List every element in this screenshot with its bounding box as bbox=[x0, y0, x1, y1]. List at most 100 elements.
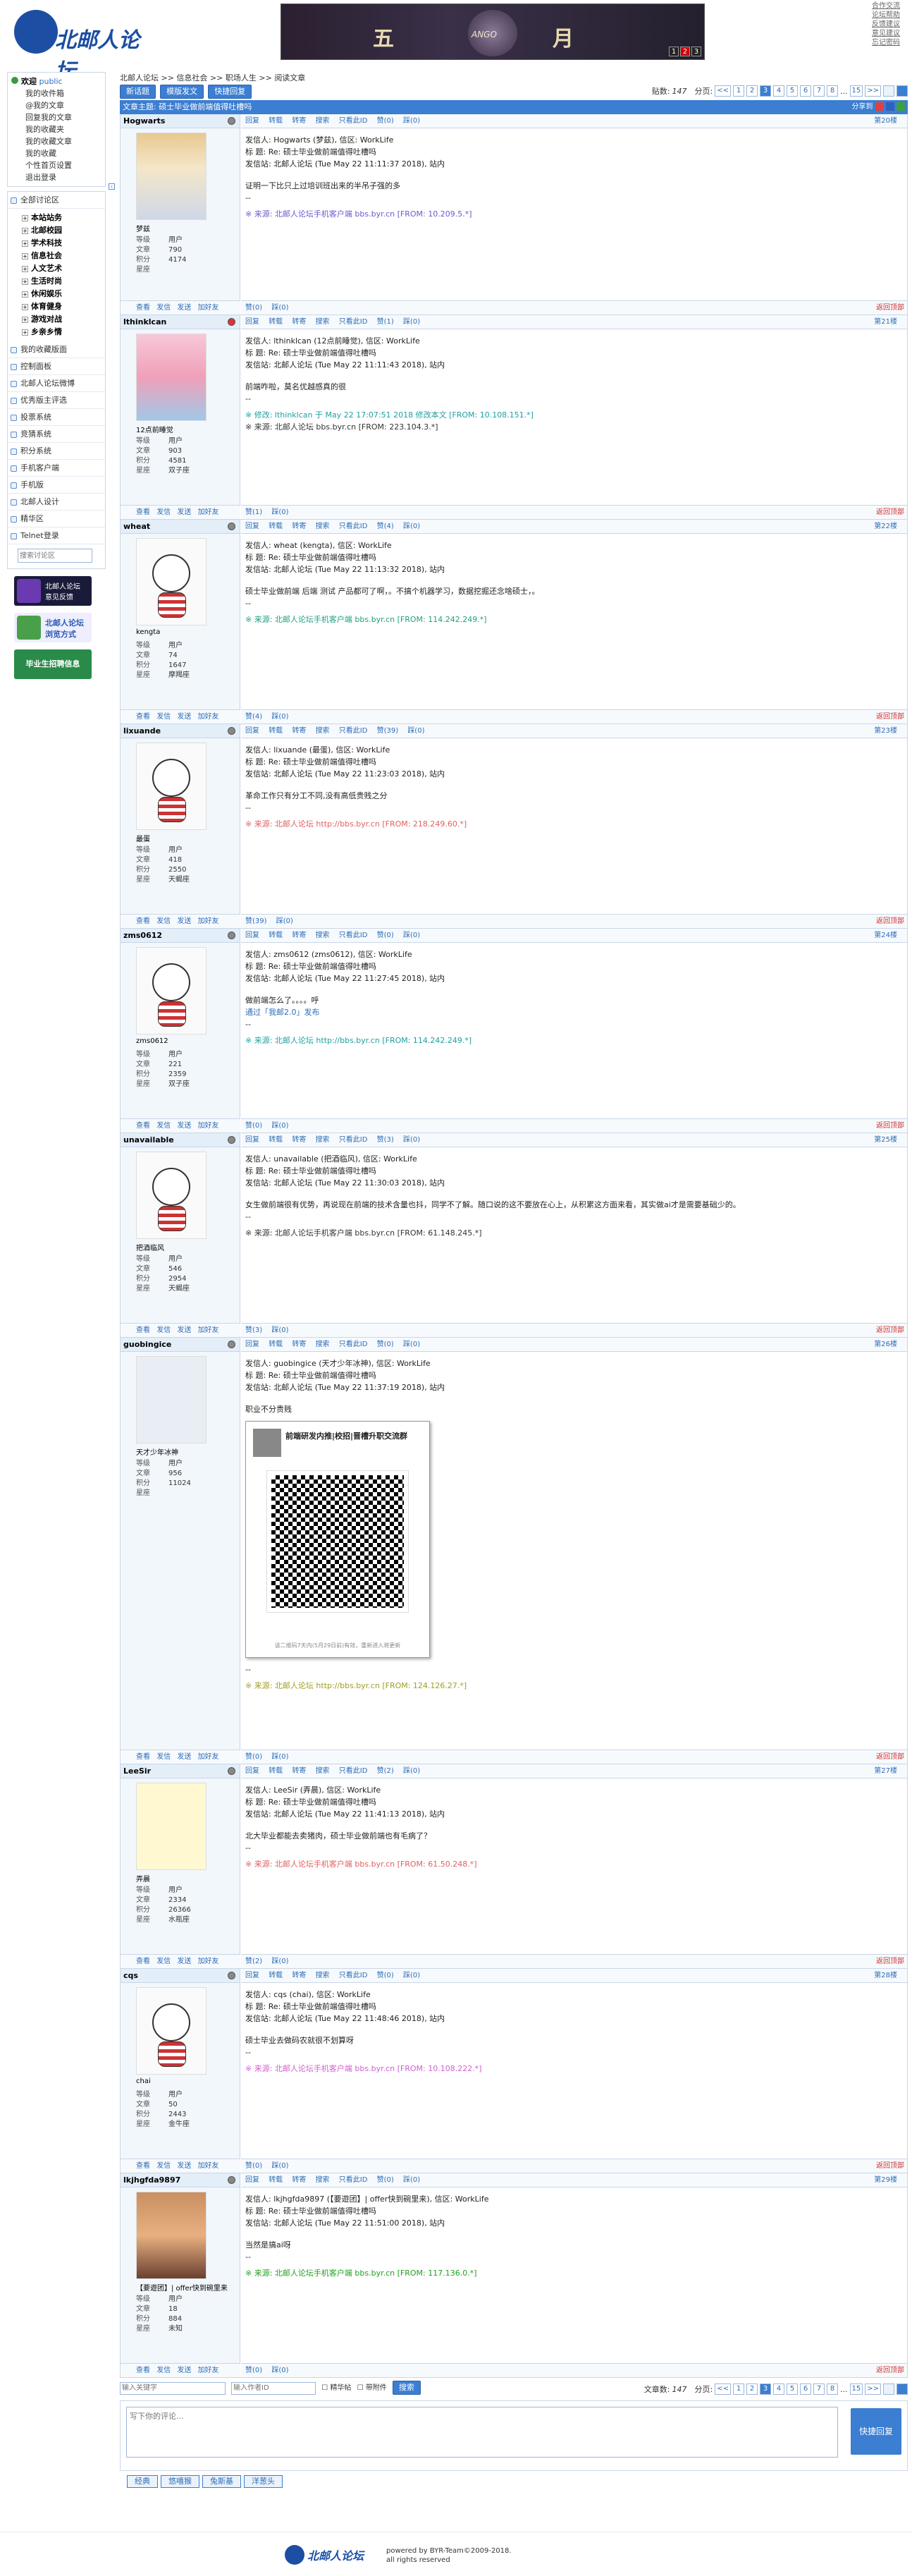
page-link[interactable]: 15 bbox=[849, 85, 863, 97]
floor-number[interactable]: 第27楼 bbox=[874, 1764, 897, 1778]
forward-link[interactable]: 转寄 bbox=[292, 1972, 306, 1979]
page-link[interactable]: 8 bbox=[827, 2383, 838, 2395]
footer-logo[interactable]: 北邮人论坛 bbox=[285, 2545, 376, 2566]
site-logo[interactable]: 北邮人论坛 bbox=[14, 10, 148, 84]
like-link[interactable]: 赞(1) bbox=[377, 318, 394, 326]
floor-number[interactable]: 第24楼 bbox=[874, 929, 897, 943]
add-friend-link[interactable]: 加好友 bbox=[198, 2367, 219, 2374]
section-item[interactable]: + 本站站务 bbox=[8, 212, 105, 224]
repost-link[interactable]: 转载 bbox=[269, 727, 283, 735]
ad-browse[interactable]: 北邮人论坛 浏览方式 bbox=[14, 613, 92, 642]
page-last[interactable]: >> bbox=[865, 2383, 881, 2395]
dislike-link[interactable]: 踩(0) bbox=[271, 2162, 288, 2170]
add-friend-link[interactable]: 加好友 bbox=[198, 917, 219, 925]
add-friend-link[interactable]: 加好友 bbox=[198, 1326, 219, 1334]
dislike-link[interactable]: 踩(0) bbox=[403, 1136, 420, 1144]
expand-icon[interactable]: + bbox=[22, 265, 28, 272]
view-profile-link[interactable]: 查看 bbox=[136, 917, 150, 925]
emo-tab-onion[interactable]: 洋葱头 bbox=[244, 2475, 283, 2488]
author-id[interactable]: wheat bbox=[121, 520, 240, 534]
repost-link[interactable]: 转载 bbox=[269, 117, 283, 125]
page-current[interactable]: 3 bbox=[760, 2383, 771, 2395]
forward-link[interactable]: 转寄 bbox=[292, 1767, 306, 1775]
repost-link[interactable]: 转载 bbox=[269, 1767, 283, 1775]
page-link[interactable]: 7 bbox=[813, 85, 825, 97]
reply-link[interactable]: 回复 bbox=[245, 727, 259, 735]
forward-link[interactable]: 转寄 bbox=[292, 117, 306, 125]
section-item[interactable]: + 休闲娱乐 bbox=[8, 288, 105, 300]
send-msg-link[interactable]: 发送 bbox=[177, 2367, 191, 2374]
menu-fav-boards[interactable]: 我的收藏版面 bbox=[8, 341, 105, 358]
avatar[interactable] bbox=[136, 1152, 207, 1239]
top-link-help[interactable]: 论坛帮助 bbox=[872, 11, 911, 20]
author-id[interactable]: guobingice bbox=[121, 1338, 240, 1352]
view-profile-link[interactable]: 查看 bbox=[136, 1122, 150, 1130]
page-link[interactable]: 4 bbox=[773, 2383, 784, 2395]
avatar[interactable] bbox=[136, 947, 207, 1034]
repost-link[interactable]: 转载 bbox=[269, 1972, 283, 1979]
forward-link[interactable]: 转寄 bbox=[292, 932, 306, 939]
view-profile-link[interactable]: 查看 bbox=[136, 2367, 150, 2374]
forward-link[interactable]: 转寄 bbox=[292, 318, 306, 326]
dislike-link[interactable]: 踩(0) bbox=[403, 1341, 420, 1348]
like-link[interactable]: 赞(4) bbox=[245, 713, 262, 721]
dislike-link[interactable]: 踩(0) bbox=[271, 1958, 288, 1965]
send-msg-link[interactable]: 发送 bbox=[177, 508, 191, 516]
page-current[interactable]: 3 bbox=[760, 85, 771, 97]
repost-link[interactable]: 转载 bbox=[269, 932, 283, 939]
avatar[interactable] bbox=[136, 1987, 207, 2075]
send-mail-link[interactable]: 发信 bbox=[156, 1753, 171, 1761]
author-id[interactable]: unavailable bbox=[121, 1133, 240, 1147]
search-link[interactable]: 搜索 bbox=[316, 2176, 330, 2184]
author-id[interactable]: LeeSir bbox=[121, 1764, 240, 1778]
view-profile-link[interactable]: 查看 bbox=[136, 713, 150, 721]
section-item[interactable]: + 乡亲乡情 bbox=[8, 326, 105, 338]
quick-reply-button[interactable]: 快捷回复 bbox=[208, 85, 252, 99]
only-author-link[interactable]: 只看此ID bbox=[339, 1136, 368, 1144]
page-first[interactable]: << bbox=[715, 85, 731, 97]
dislike-link[interactable]: 踩(0) bbox=[271, 1753, 288, 1761]
add-friend-link[interactable]: 加好友 bbox=[198, 713, 219, 721]
dislike-link[interactable]: 踩(0) bbox=[271, 1326, 288, 1334]
link-logout[interactable]: 退出登录 bbox=[11, 171, 101, 183]
back-to-top-link[interactable]: 返回顶部 bbox=[876, 1324, 904, 1338]
dislike-link[interactable]: 踩(0) bbox=[271, 713, 288, 721]
share-renren-icon[interactable] bbox=[885, 102, 894, 111]
view-profile-link[interactable]: 查看 bbox=[136, 1958, 150, 1965]
send-msg-link[interactable]: 发送 bbox=[177, 304, 191, 312]
menu-moderator-vote[interactable]: 优秀版主评选 bbox=[8, 392, 105, 409]
reply-link[interactable]: 回复 bbox=[245, 318, 259, 326]
send-msg-link[interactable]: 发送 bbox=[177, 1753, 191, 1761]
page-jump-button[interactable] bbox=[896, 85, 908, 97]
search-link[interactable]: 搜索 bbox=[316, 1767, 330, 1775]
repost-link[interactable]: 转载 bbox=[269, 2176, 283, 2184]
section-item[interactable]: + 生活时尚 bbox=[8, 275, 105, 288]
reply-textarea[interactable] bbox=[126, 2407, 838, 2458]
like-link[interactable]: 赞(0) bbox=[377, 1972, 394, 1979]
like-link[interactable]: 赞(3) bbox=[377, 1136, 394, 1144]
dislike-link[interactable]: 踩(0) bbox=[403, 318, 420, 326]
ad-jobs[interactable]: 毕业生招聘信息 bbox=[14, 649, 92, 679]
search-link[interactable]: 搜索 bbox=[316, 1136, 330, 1144]
dislike-link[interactable]: 踩(0) bbox=[403, 1972, 420, 1979]
reply-link[interactable]: 回复 bbox=[245, 523, 259, 530]
like-link[interactable]: 赞(0) bbox=[377, 1341, 394, 1348]
keyword-search-input[interactable] bbox=[120, 2381, 226, 2395]
repost-link[interactable]: 转载 bbox=[269, 318, 283, 326]
template-post-button[interactable]: 模版发文 bbox=[160, 85, 204, 99]
send-msg-link[interactable]: 发送 bbox=[177, 917, 191, 925]
page-link[interactable]: 15 bbox=[849, 2383, 863, 2395]
reply-link[interactable]: 回复 bbox=[245, 117, 259, 125]
dislike-link[interactable]: 踩(0) bbox=[407, 727, 424, 735]
send-msg-link[interactable]: 发送 bbox=[177, 1122, 191, 1130]
only-author-link[interactable]: 只看此ID bbox=[339, 1341, 368, 1348]
add-friend-link[interactable]: 加好友 bbox=[198, 1958, 219, 1965]
search-link[interactable]: 搜索 bbox=[316, 1972, 330, 1979]
floor-number[interactable]: 第28楼 bbox=[874, 1969, 897, 1983]
emo-tab-classic[interactable]: 经典 bbox=[127, 2475, 158, 2488]
author-id[interactable]: Hogwarts bbox=[121, 114, 240, 128]
like-link[interactable]: 赞(0) bbox=[245, 2162, 262, 2170]
dislike-link[interactable]: 踩(0) bbox=[276, 917, 293, 925]
page-link[interactable]: 8 bbox=[827, 85, 838, 97]
send-msg-link[interactable]: 发送 bbox=[177, 1958, 191, 1965]
